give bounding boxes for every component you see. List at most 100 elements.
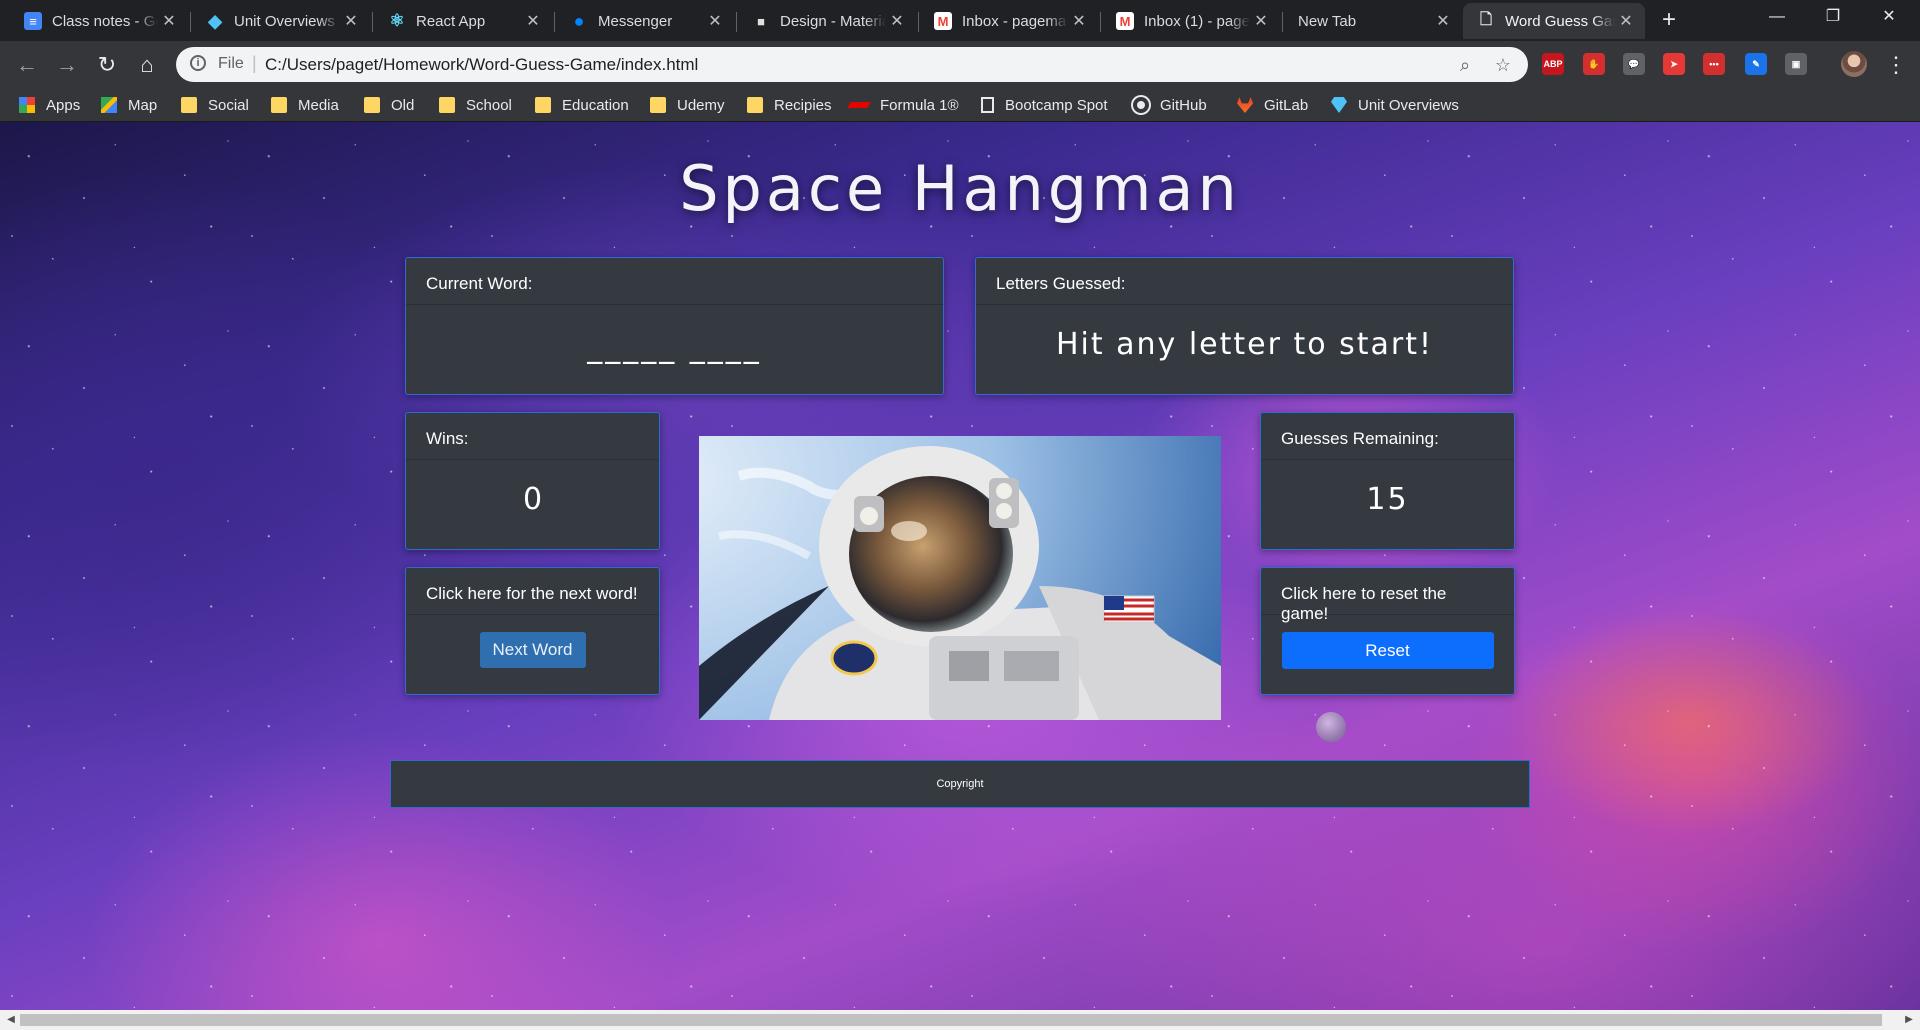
- letters-guessed-label: Letters Guessed:: [976, 258, 1513, 305]
- close-icon[interactable]: ✕: [704, 11, 726, 31]
- close-icon[interactable]: ✕: [340, 11, 362, 31]
- restore-button[interactable]: ❐: [1810, 0, 1856, 34]
- tab-separator: [554, 12, 555, 32]
- tab-title: Design - Material Design: [780, 12, 886, 30]
- folder-icon: [364, 97, 380, 113]
- close-window-button[interactable]: ✕: [1866, 0, 1912, 34]
- bookmark-old[interactable]: Old: [364, 94, 414, 116]
- profile-avatar[interactable]: [1841, 51, 1867, 77]
- letters-guessed-card: Letters Guessed: Hit any letter to start…: [975, 257, 1514, 395]
- bookmark-recipies[interactable]: Recipies: [747, 94, 832, 116]
- gitlab-icon: [1237, 97, 1253, 113]
- scrollbar-thumb[interactable]: [20, 1014, 1882, 1026]
- close-icon[interactable]: ✕: [886, 11, 908, 31]
- next-word-label: Click here for the next word!: [406, 568, 659, 615]
- send-icon[interactable]: ➤: [1663, 53, 1685, 75]
- folder-icon: [271, 97, 287, 113]
- home-icon: ⌂: [140, 52, 154, 77]
- close-icon[interactable]: ✕: [158, 11, 180, 31]
- close-icon[interactable]: ✕: [1615, 11, 1637, 31]
- url-text[interactable]: C:/Users/paget/Homework/Word-Guess-Game/…: [265, 55, 698, 75]
- tab-title: Inbox (1) - pagemail: [1144, 12, 1250, 30]
- star-icon[interactable]: ☆: [1492, 54, 1514, 76]
- bookmark-label: GitHub: [1160, 96, 1207, 114]
- close-icon[interactable]: ✕: [522, 11, 544, 31]
- bookmark-apps[interactable]: Apps: [19, 94, 80, 116]
- reload-icon: ↻: [97, 52, 117, 77]
- bookmark-label: Old: [391, 96, 415, 114]
- tab-title: Messenger: [598, 12, 673, 30]
- gmail-icon: M: [1116, 12, 1134, 30]
- bookmark-bootcamp-spot[interactable]: Bootcamp Spot: [981, 94, 1108, 116]
- home-button[interactable]: ⌂: [132, 50, 162, 80]
- adblock-icon[interactable]: ABP: [1542, 53, 1564, 75]
- page-title: Space Hangman: [679, 152, 1241, 225]
- tab-design-material[interactable]: ■ Design - Material Design ✕: [738, 3, 916, 39]
- bookmark-label: Unit Overviews: [1358, 96, 1459, 114]
- bookmark-label: Education: [562, 96, 629, 114]
- apps-grid-icon: [19, 97, 35, 113]
- horizontal-scrollbar[interactable]: ◀ ▶: [0, 1010, 1920, 1030]
- guesses-remaining-card: Guesses Remaining: 15: [1260, 412, 1515, 550]
- bookmark-label: Bootcamp Spot: [1005, 96, 1108, 114]
- scroll-left-icon[interactable]: ◀: [2, 1010, 20, 1030]
- close-icon[interactable]: ✕: [1432, 11, 1454, 31]
- tab-title: Inbox - pagemail: [962, 12, 1068, 30]
- reset-button[interactable]: Reset: [1281, 632, 1494, 669]
- tab-unit-overviews[interactable]: ◆ Unit Overviews ✕: [192, 3, 370, 39]
- tab-inbox[interactable]: M Inbox - pagemail ✕: [920, 3, 1098, 39]
- new-tab-button[interactable]: +: [1655, 6, 1683, 34]
- f1-icon: [847, 102, 871, 108]
- bookmark-gitlab[interactable]: GitLab: [1237, 94, 1308, 116]
- url-divider: |: [252, 53, 257, 73]
- footer: Copyright: [390, 760, 1530, 808]
- current-word-value: _____ ____: [587, 330, 762, 365]
- back-button[interactable]: ←: [12, 50, 42, 80]
- address-bar[interactable]: i File | C:/Users/paget/Homework/Word-Gu…: [176, 47, 1528, 82]
- lastpass-icon[interactable]: •••: [1703, 53, 1725, 75]
- maps-icon: [101, 97, 117, 113]
- menu-icon[interactable]: ⋮: [1885, 50, 1907, 80]
- tab-new-tab[interactable]: New Tab ✕: [1284, 3, 1462, 39]
- bookmark-education[interactable]: Education: [535, 94, 629, 116]
- bookmark-github[interactable]: GitHub: [1133, 94, 1207, 116]
- folder-icon: [650, 97, 666, 113]
- page-content: Space Hangman Current Word: _____ ____ L…: [0, 122, 1920, 1010]
- bookmark-formula-1[interactable]: Formula 1®: [847, 94, 959, 116]
- bookmark-map[interactable]: Map: [101, 94, 157, 116]
- minimize-button[interactable]: —: [1754, 0, 1800, 34]
- bookmark-media[interactable]: Media: [271, 94, 339, 116]
- close-icon[interactable]: ✕: [1068, 11, 1090, 31]
- folder-icon: [535, 97, 551, 113]
- tab-word-guess-game[interactable]: 🗋 Word Guess Game ✕: [1463, 3, 1645, 39]
- window-icon[interactable]: ▣: [1785, 53, 1807, 75]
- tab-react-app[interactable]: ⚛ React App ✕: [374, 3, 552, 39]
- diamond-icon: ◆: [208, 10, 222, 31]
- zoom-icon[interactable]: ⌕: [1454, 54, 1476, 76]
- pen-icon[interactable]: ✎: [1745, 53, 1767, 75]
- info-icon[interactable]: i: [190, 55, 206, 71]
- bookmark-social[interactable]: Social: [181, 94, 249, 116]
- chat-icon[interactable]: 💬: [1623, 53, 1645, 75]
- tab-class-notes[interactable]: ≡ Class notes - Google Docs ✕: [10, 3, 188, 39]
- tab-inbox-1[interactable]: M Inbox (1) - pagemail ✕: [1102, 3, 1280, 39]
- tab-messenger[interactable]: ● Messenger ✕: [556, 3, 734, 39]
- astronaut-image: [699, 436, 1221, 720]
- bookmark-unit-overviews[interactable]: Unit Overviews: [1331, 94, 1459, 116]
- react-icon: ⚛: [389, 11, 405, 30]
- forward-button[interactable]: →: [52, 50, 82, 80]
- tab-title: Unit Overviews: [234, 12, 335, 30]
- close-icon[interactable]: ✕: [1250, 11, 1272, 31]
- messenger-icon: ●: [573, 10, 585, 31]
- bookmark-school[interactable]: School: [439, 94, 512, 116]
- bookmark-label: Social: [208, 96, 249, 114]
- next-word-button[interactable]: Next Word: [479, 632, 586, 668]
- tab-separator: [1282, 12, 1283, 32]
- reload-button[interactable]: ↻: [92, 50, 122, 80]
- scroll-right-icon[interactable]: ▶: [1900, 1010, 1918, 1030]
- tab-title: React App: [416, 12, 486, 30]
- bookmark-udemy[interactable]: Udemy: [650, 94, 725, 116]
- tab-separator: [918, 12, 919, 32]
- tab-strip: ≡ Class notes - Google Docs ✕ ◆ Unit Ove…: [0, 0, 1920, 41]
- hand-icon[interactable]: ✋: [1583, 53, 1605, 75]
